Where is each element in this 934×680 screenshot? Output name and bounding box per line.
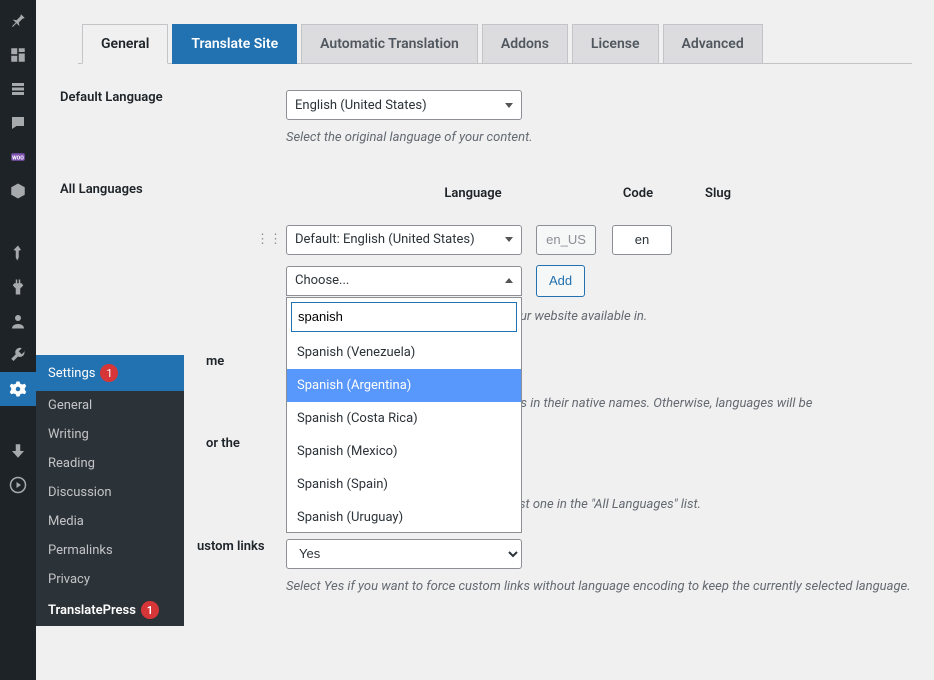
plugins-icon[interactable]	[0, 270, 36, 304]
chevron-up-icon	[505, 278, 513, 283]
choose-language-select[interactable]: Choose...	[286, 266, 522, 296]
chevron-down-icon	[505, 103, 513, 108]
tab-license[interactable]: License	[572, 24, 659, 64]
default-row-value: Default: English (United States)	[295, 232, 475, 247]
users-icon[interactable]	[0, 304, 36, 338]
language-option[interactable]: Spanish (Spain)	[287, 468, 521, 501]
default-language-select[interactable]: English (United States)	[286, 90, 522, 120]
posts-icon[interactable]	[0, 72, 36, 106]
add-button[interactable]: Add	[536, 265, 585, 297]
comments-icon[interactable]	[0, 106, 36, 140]
default-language-row-select[interactable]: Default: English (United States)	[286, 225, 522, 255]
tools-icon[interactable]	[0, 338, 36, 372]
settings-icon[interactable]	[0, 372, 36, 406]
chevron-down-icon	[505, 237, 513, 242]
submenu-item-translatepress[interactable]: TranslatePress 1	[36, 594, 184, 626]
tab-general[interactable]: General	[82, 24, 168, 64]
language-row-add: Choose... Add	[286, 265, 912, 297]
submenu-item-discussion[interactable]: Discussion	[36, 478, 184, 507]
language-option[interactable]: Spanish (Argentina)	[287, 369, 521, 402]
submenu-item-writing[interactable]: Writing	[36, 420, 184, 449]
language-option[interactable]: Spanish (Costa Rica)	[287, 402, 521, 435]
submenu-item-permalinks[interactable]: Permalinks	[36, 536, 184, 565]
submenu-item-privacy[interactable]: Privacy	[36, 565, 184, 594]
woo-icon[interactable]: WOO	[0, 140, 36, 174]
language-dropdown: Spanish (Venezuela) Spanish (Argentina) …	[286, 297, 522, 533]
header-language: Language	[348, 186, 598, 201]
translatepress-label: TranslatePress	[48, 603, 136, 618]
default-language-help: Select the original language of your con…	[286, 128, 912, 148]
tab-automatic-translation[interactable]: Automatic Translation	[301, 24, 478, 64]
tab-translate-site[interactable]: Translate Site	[172, 24, 297, 64]
submenu-title: Settings	[48, 366, 95, 381]
products-icon[interactable]	[0, 174, 36, 208]
language-search-input[interactable]	[291, 302, 517, 332]
force-links-select[interactable]: Yes	[286, 539, 522, 569]
svg-text:WOO: WOO	[12, 155, 24, 161]
drag-handle-icon[interactable]: ⋮⋮⋮	[256, 232, 286, 247]
settings-submenu: Settings 1 General Writing Reading Discu…	[36, 355, 184, 626]
header-slug: Slug	[678, 186, 758, 201]
choose-placeholder: Choose...	[295, 273, 349, 288]
default-language-value: English (United States)	[295, 98, 427, 113]
submenu-item-reading[interactable]: Reading	[36, 449, 184, 478]
tab-addons[interactable]: Addons	[482, 24, 568, 64]
language-option[interactable]: Spanish (Venezuela)	[287, 336, 521, 369]
language-row-default: ⋮⋮⋮ Default: English (United States)	[256, 225, 912, 255]
play-icon[interactable]	[0, 468, 36, 502]
appearance-icon[interactable]	[0, 236, 36, 270]
language-option[interactable]: Spanish (Uruguay)	[287, 501, 521, 532]
force-links-help: Select Yes if you want to force custom l…	[286, 577, 912, 597]
language-option-list[interactable]: Spanish (Venezuela) Spanish (Argentina) …	[287, 336, 521, 532]
lang-table-header: Language Code Slug	[286, 186, 912, 201]
submenu-header[interactable]: Settings 1	[36, 355, 184, 391]
settings-badge: 1	[100, 364, 118, 382]
pin-icon[interactable]	[0, 4, 36, 38]
header-code: Code	[598, 186, 678, 201]
default-language-label: Default Language	[58, 90, 286, 148]
submenu-item-media[interactable]: Media	[36, 507, 184, 536]
tab-advanced[interactable]: Advanced	[663, 24, 763, 64]
submenu-item-general[interactable]: General	[36, 391, 184, 420]
slug-input[interactable]	[612, 225, 672, 255]
collapse-icon[interactable]	[0, 434, 36, 468]
code-input[interactable]	[536, 225, 596, 255]
all-languages-label: All Languages	[58, 182, 286, 327]
dashboard-icon[interactable]	[0, 38, 36, 72]
admin-sidebar: WOO	[0, 0, 36, 680]
tabs: General Translate Site Automatic Transla…	[78, 24, 912, 64]
translatepress-badge: 1	[141, 601, 159, 619]
language-option[interactable]: Spanish (Mexico)	[287, 435, 521, 468]
